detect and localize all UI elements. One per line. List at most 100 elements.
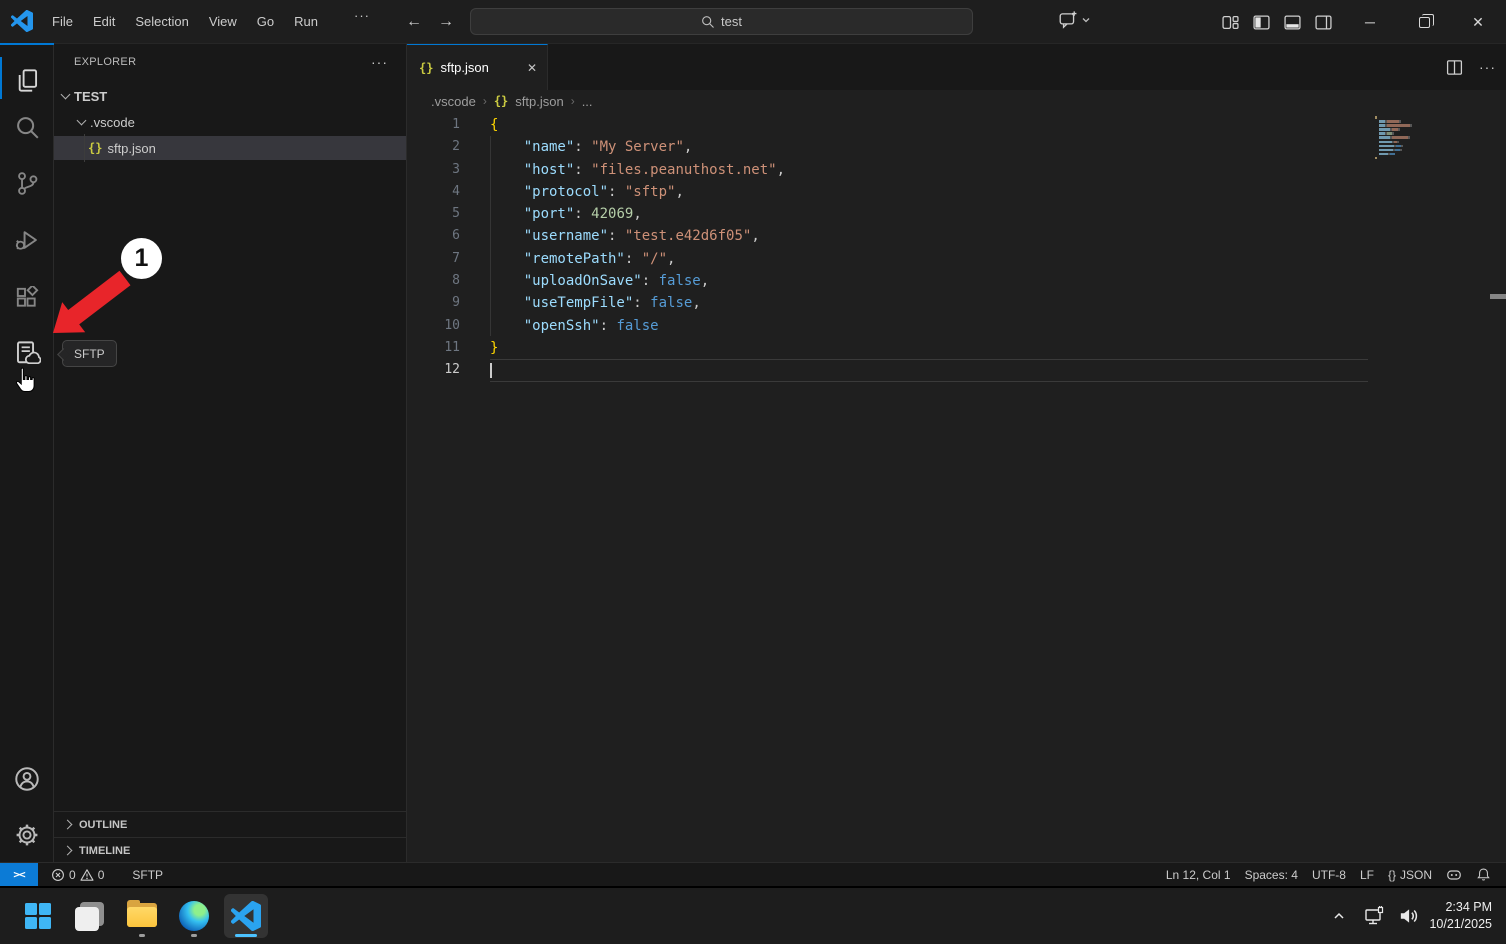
error-icon	[51, 868, 65, 882]
code-editor[interactable]: 1{2 "name": "My Server",3 "host": "files…	[407, 112, 1506, 862]
explorer-icon[interactable]	[0, 57, 54, 103]
code-line-2[interactable]: 2 "name": "My Server",	[407, 136, 1506, 158]
cursor-position-status[interactable]: Ln 12, Col 1	[1159, 863, 1238, 886]
line-number: 1	[407, 114, 460, 136]
code-line-7[interactable]: 7 "remotePath": "/",	[407, 248, 1506, 270]
title-bar: FileEditSelectionViewGoRun ··· ← → test …	[0, 0, 1506, 44]
search-icon	[701, 15, 715, 29]
minimize-button[interactable]: ─	[1347, 0, 1393, 44]
code-line-4[interactable]: 4 "protocol": "sftp",	[407, 181, 1506, 203]
settings-gear-icon[interactable]	[0, 812, 54, 858]
tree-root-test[interactable]: TEST	[54, 84, 406, 108]
minimap-line	[1375, 116, 1425, 119]
notifications-bell-icon[interactable]	[1469, 863, 1498, 886]
encoding-status[interactable]: UTF-8	[1305, 863, 1353, 886]
line-content: {	[460, 114, 498, 136]
toggle-panel-icon[interactable]	[1284, 14, 1301, 31]
outline-section[interactable]: OUTLINE	[54, 811, 406, 837]
close-button[interactable]: ✕	[1455, 0, 1501, 44]
file-explorer-button[interactable]	[120, 894, 164, 938]
code-line-6[interactable]: 6 "username": "test.e42d6f05",	[407, 225, 1506, 247]
volume-icon[interactable]	[1397, 905, 1419, 927]
sftp-status-label: SFTP	[132, 868, 163, 882]
clock-date: 10/21/2025	[1429, 916, 1492, 934]
customize-layout-icon[interactable]	[1222, 14, 1239, 31]
line-number: 10	[407, 315, 460, 337]
edge-browser-button[interactable]	[172, 894, 216, 938]
line-content: "username": "test.e42d6f05",	[460, 225, 760, 247]
chevron-right-icon: ›	[571, 94, 575, 108]
minimap-line	[1375, 145, 1425, 148]
task-view-button[interactable]	[68, 894, 112, 938]
explorer-title: EXPLORER	[74, 56, 136, 68]
outline-label: OUTLINE	[79, 819, 127, 831]
sftp-status[interactable]: SFTP	[125, 863, 170, 886]
breadcrumb-folder[interactable]: .vscode	[431, 94, 476, 109]
system-tray: 2:34 PM 10/21/2025	[1331, 888, 1506, 944]
menu-go[interactable]: Go	[247, 8, 284, 36]
tray-chevron-up-icon[interactable]	[1331, 908, 1347, 924]
split-editor-icon[interactable]	[1446, 59, 1463, 76]
editor-more-button[interactable]: ···	[1479, 59, 1496, 75]
minimap-line	[1375, 124, 1425, 127]
minimap[interactable]	[1375, 116, 1425, 165]
restore-button[interactable]	[1401, 0, 1447, 44]
nav-forward-button[interactable]: →	[432, 8, 460, 36]
code-line-8[interactable]: 8 "uploadOnSave": false,	[407, 270, 1506, 292]
minimap-line	[1375, 157, 1425, 160]
problems-status[interactable]: 0 0	[44, 863, 111, 886]
menu-run[interactable]: Run	[284, 8, 328, 36]
timeline-section[interactable]: TIMELINE	[54, 837, 406, 863]
tab-sftp-json[interactable]: {} sftp.json ✕	[407, 44, 548, 90]
breadcrumb-more[interactable]: ...	[582, 94, 593, 109]
tree-folder-vscode[interactable]: .vscode	[54, 110, 406, 134]
search-view-icon[interactable]	[0, 104, 54, 150]
code-line-12[interactable]: 12	[407, 359, 1506, 381]
menu-more-button[interactable]: ···	[344, 8, 380, 23]
eol-status[interactable]: LF	[1353, 863, 1381, 886]
menu-bar: FileEditSelectionViewGoRun	[42, 0, 328, 44]
menu-view[interactable]: View	[199, 8, 247, 36]
accounts-icon[interactable]	[0, 756, 54, 802]
chevron-right-icon: ›	[483, 94, 487, 108]
warning-count: 0	[98, 868, 105, 882]
minimap-line	[1375, 161, 1425, 164]
tree-file-sftp-json[interactable]: {} sftp.json	[54, 136, 406, 160]
line-number: 6	[407, 225, 460, 247]
command-center-search[interactable]: test	[470, 8, 973, 35]
active-indicator	[235, 934, 257, 937]
code-line-1[interactable]: 1{	[407, 114, 1506, 136]
nav-back-button[interactable]: ←	[400, 8, 428, 36]
start-button[interactable]	[16, 894, 60, 938]
line-content	[460, 359, 490, 381]
language-mode-status[interactable]: {} JSON	[1381, 863, 1439, 886]
code-line-10[interactable]: 10 "openSsh": false	[407, 315, 1506, 337]
network-icon[interactable]	[1363, 904, 1387, 928]
activity-bar	[0, 44, 54, 862]
code-line-9[interactable]: 9 "useTempFile": false,	[407, 292, 1506, 314]
source-control-icon[interactable]	[0, 160, 54, 206]
line-number: 12	[407, 359, 460, 381]
running-indicator	[139, 934, 145, 937]
copilot-chat-button[interactable]	[1058, 10, 1091, 30]
toggle-secondary-sidebar-icon[interactable]	[1315, 14, 1332, 31]
indentation-status[interactable]: Spaces: 4	[1238, 863, 1305, 886]
taskbar-clock[interactable]: 2:34 PM 10/21/2025	[1429, 899, 1492, 934]
vscode-taskbar-button[interactable]	[224, 894, 268, 938]
toggle-sidebar-icon[interactable]	[1253, 14, 1270, 31]
tab-close-icon[interactable]: ✕	[527, 61, 537, 75]
breadcrumb[interactable]: .vscode › {} sftp.json › ...	[407, 90, 1506, 112]
breadcrumb-file[interactable]: sftp.json	[515, 94, 563, 109]
menu-file[interactable]: File	[42, 8, 83, 36]
menu-selection[interactable]: Selection	[125, 8, 198, 36]
code-line-11[interactable]: 11}	[407, 337, 1506, 359]
copilot-status-icon[interactable]	[1439, 863, 1469, 886]
chevron-down-icon	[77, 116, 87, 126]
code-line-5[interactable]: 5 "port": 42069,	[407, 203, 1506, 225]
code-line-3[interactable]: 3 "host": "files.peanuthost.net",	[407, 159, 1506, 181]
json-file-icon: {}	[494, 94, 508, 108]
remote-indicator[interactable]: ><	[0, 863, 38, 886]
explorer-more-button[interactable]: ···	[371, 54, 388, 70]
explorer-sidebar: EXPLORER ··· TEST .vscode {} sftp.json O…	[54, 44, 407, 862]
menu-edit[interactable]: Edit	[83, 8, 125, 36]
